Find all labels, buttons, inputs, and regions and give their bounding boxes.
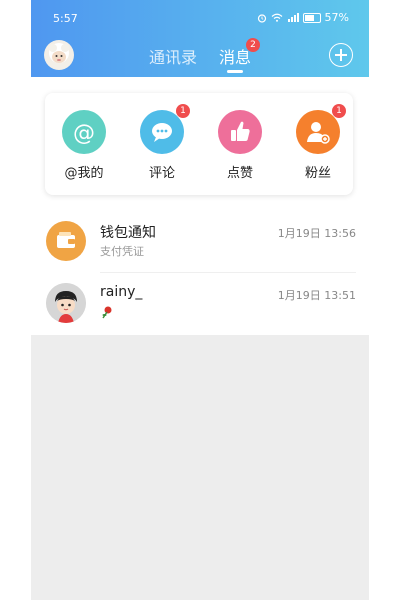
header-bar: 5:57 57% 通讯录 消息 2 (31, 0, 369, 77)
quick-action-label: 点赞 (226, 166, 253, 181)
battery-icon (302, 12, 321, 23)
tab-contacts-label: 通讯录 (148, 48, 197, 67)
fans-badge: 1 (332, 104, 346, 118)
rose-icon (100, 305, 114, 322)
fan-user-icon: 1 (296, 104, 346, 154)
list-divider (100, 272, 356, 273)
user-avatar (46, 283, 86, 323)
quick-action-label: 粉丝 (304, 166, 331, 181)
comment-icon: 1 (140, 104, 190, 154)
app-screen: 5:57 57% 通讯录 消息 2 @ @我的 1 评论 点赞 1 粉丝 钱包通… (31, 0, 369, 600)
quick-action-label: 评论 (148, 166, 175, 181)
quick-action-fans[interactable]: 1 粉丝 (287, 104, 349, 181)
conversation-wallet[interactable]: 钱包通知 支付凭证 1月19日 13:56 (31, 212, 369, 272)
at-icon: @ (62, 110, 106, 154)
comment-badge: 1 (176, 104, 190, 118)
tab-messages-label: 消息 (219, 48, 252, 67)
conversation-subtitle: 支付凭证 (100, 245, 144, 258)
conversation-title: 钱包通知 (100, 225, 156, 241)
wallet-icon (46, 221, 86, 261)
conversation-title: rainy_ (100, 284, 143, 300)
tab-messages[interactable]: 消息 2 (219, 38, 261, 73)
status-bar: 5:57 57% (31, 0, 369, 36)
quick-action-label: @我的 (64, 166, 104, 181)
conversation-rainy[interactable]: rainy_ 1月19日 13:51 (31, 274, 369, 334)
active-tab-indicator (227, 70, 243, 73)
status-time: 5:57 (53, 12, 78, 25)
tab-contacts[interactable]: 通讯录 (149, 44, 197, 68)
quick-action-at-me[interactable]: @ @我的 (53, 110, 115, 181)
status-icons: 57% (257, 11, 349, 24)
alarm-icon (257, 13, 266, 23)
battery-percent: 57% (324, 11, 349, 24)
conversation-time: 1月19日 13:56 (277, 227, 356, 240)
wifi-icon (271, 13, 282, 22)
messages-badge: 2 (246, 38, 261, 52)
message-panel: @ @我的 1 评论 点赞 1 粉丝 钱包通知 支付凭证 1月19日 13:56… (31, 77, 369, 335)
signal-icon (287, 13, 299, 22)
conversation-time: 1月19日 13:51 (277, 289, 356, 302)
svg-text:@: @ (73, 121, 95, 146)
add-button[interactable] (329, 43, 353, 67)
quick-action-comment[interactable]: 1 评论 (131, 104, 193, 181)
thumb-up-icon (218, 110, 262, 154)
quick-actions-card: @ @我的 1 评论 点赞 1 粉丝 (45, 93, 353, 195)
quick-action-like[interactable]: 点赞 (209, 110, 271, 181)
top-tabs: 通讯录 消息 2 (31, 38, 369, 73)
